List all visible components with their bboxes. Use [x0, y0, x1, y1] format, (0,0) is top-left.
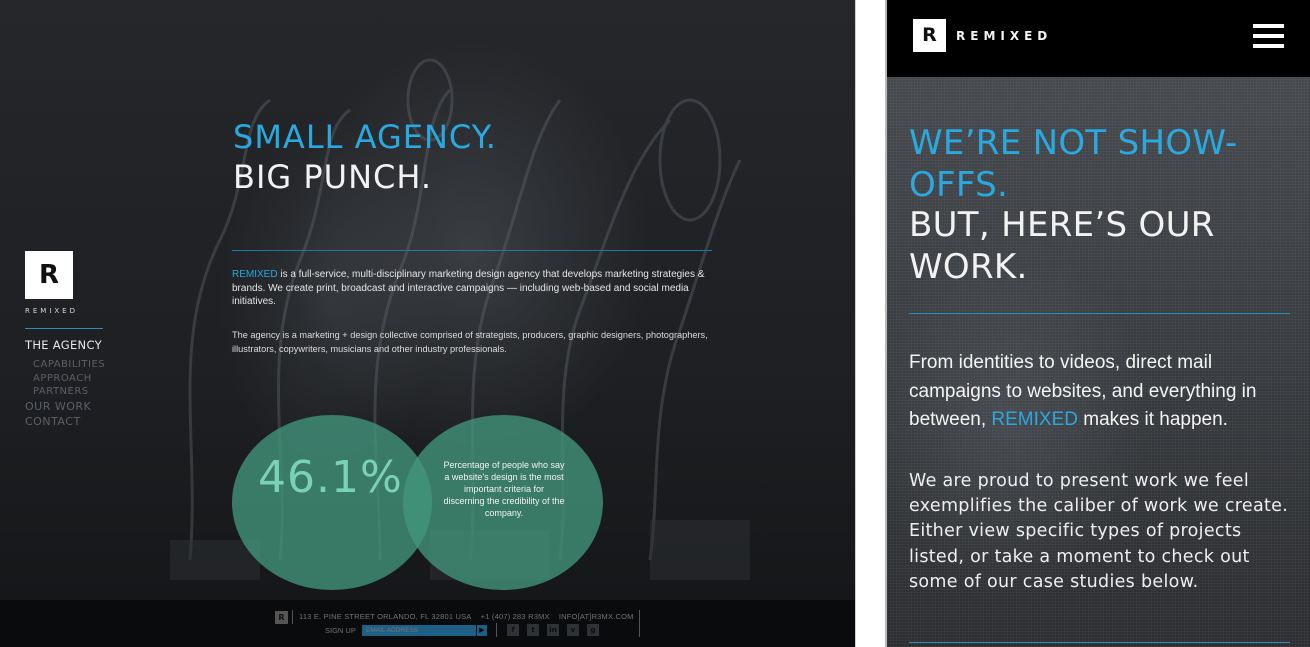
headline-secondary: BIG PUNCH.: [233, 158, 433, 196]
footer-phone[interactable]: +1 (407) 283 R3MX: [481, 612, 550, 621]
mobile-brand-highlight: REMIXED: [991, 409, 1078, 430]
logo-wordmark: REMIXED: [25, 307, 78, 315]
mobile-page: R REMIXED WE’RE NOT SHOW-OFFS. BUT, HERE…: [885, 0, 1310, 647]
footer-logo[interactable]: R: [275, 611, 288, 624]
linkedin-icon[interactable]: in: [547, 624, 559, 636]
signup-label: SIGN UP: [325, 626, 356, 635]
mobile-logo-mark[interactable]: R: [913, 19, 946, 52]
content-divider: [232, 250, 712, 251]
footer-separator: [292, 610, 293, 624]
google-plus-icon[interactable]: g: [587, 624, 599, 636]
desktop-page: R REMIXED THE AGENCY CAPABILITIES APPROA…: [0, 0, 856, 647]
nav-item-our-work[interactable]: OUR WORK: [25, 399, 105, 414]
facebook-icon[interactable]: f: [507, 624, 519, 636]
mobile-intro-paragraph: From identities to videos, direct mail c…: [909, 349, 1284, 435]
intro-text: is a full-service, multi-disciplinary ma…: [232, 269, 705, 307]
sidebar-divider: [25, 328, 103, 329]
mobile-header: [887, 0, 1310, 77]
mobile-work-paragraph: We are proud to present work we feel exe…: [909, 471, 1289, 592]
mobile-divider-bottom: [909, 642, 1290, 643]
stat-caption: Percentage of people who say a website's…: [443, 460, 565, 518]
collective-paragraph: The agency is a marketing + design colle…: [232, 330, 708, 354]
footer-separator: [496, 623, 497, 637]
footer-email[interactable]: INFO[AT]R3MX.COM: [559, 612, 634, 621]
hamburger-menu-icon[interactable]: [1253, 24, 1284, 48]
mobile-headline-secondary: BUT, HERE’S OUR WORK.: [909, 205, 1215, 287]
mobile-divider-top: [909, 313, 1290, 314]
footer-address: 113 E. PINE STREET ORLANDO, FL 32801 USA: [299, 612, 472, 621]
twitter-icon[interactable]: t: [527, 624, 539, 636]
nav-subitem-capabilities[interactable]: CAPABILITIES: [25, 358, 105, 372]
headline-primary: SMALL AGENCY.: [233, 118, 497, 156]
mobile-intro-text-after: makes it happen.: [1077, 409, 1228, 430]
email-signup-input[interactable]: [362, 625, 476, 636]
footer-address-line: 113 E. PINE STREET ORLANDO, FL 32801 USA…: [299, 612, 634, 621]
mobile-wordmark[interactable]: REMIXED: [956, 29, 1052, 43]
vimeo-icon[interactable]: v: [567, 624, 579, 636]
mobile-headline-primary: WE’RE NOT SHOW-OFFS.: [909, 123, 1238, 205]
nav-subitem-approach[interactable]: APPROACH: [25, 372, 105, 386]
nav-subitem-partners[interactable]: PARTNERS: [25, 385, 105, 399]
footer-separator: [639, 623, 640, 637]
footer-bar: [0, 600, 855, 647]
footer-separator: [639, 610, 640, 624]
sidebar-nav: THE AGENCY CAPABILITIES APPROACH PARTNER…: [25, 338, 105, 429]
intro-paragraph: REMIXED is a full-service, multi-discipl…: [232, 268, 712, 309]
nav-item-contact[interactable]: CONTACT: [25, 414, 105, 429]
signup-submit-button[interactable]: ▶: [476, 625, 487, 636]
stat-value: 46.1%: [258, 452, 403, 503]
nav-item-the-agency[interactable]: THE AGENCY: [25, 338, 105, 352]
logo-mark[interactable]: R: [25, 251, 73, 299]
brand-highlight: REMIXED: [232, 269, 278, 280]
